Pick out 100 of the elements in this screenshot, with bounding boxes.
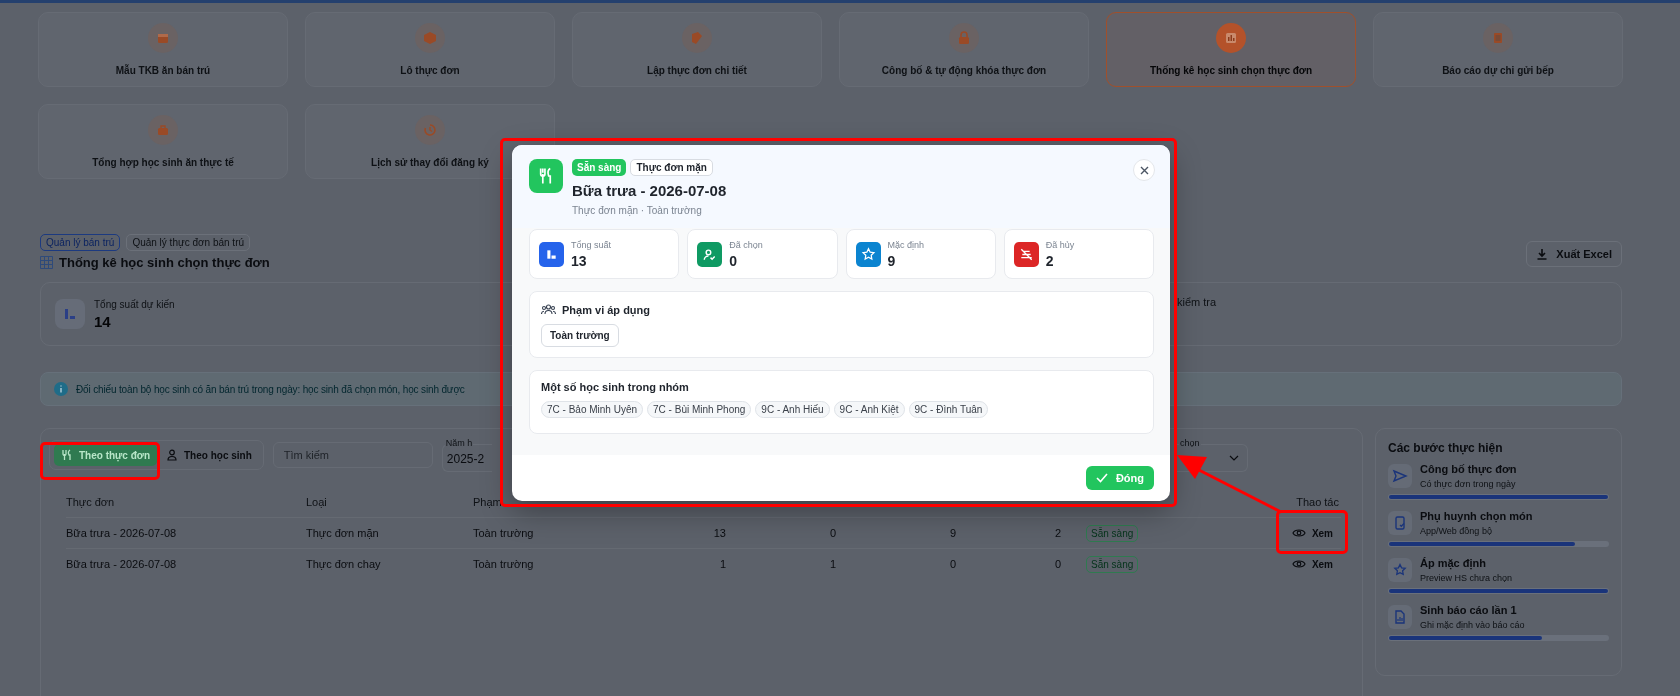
stat-label: Mặc định bbox=[887, 239, 925, 250]
stat-icon bbox=[1013, 241, 1039, 267]
summary-value: 14 bbox=[94, 312, 112, 330]
check-icon bbox=[1095, 473, 1108, 483]
column-header: Thao tác bbox=[1296, 496, 1339, 508]
breadcrumb-chip[interactable]: Quản lý thực đơn bán trú bbox=[126, 234, 251, 251]
nav-tile[interactable]: Báo cáo dự chi gửi bếp bbox=[1373, 12, 1623, 87]
status-badge: Sẵn sàng bbox=[1086, 555, 1139, 573]
nav-tile[interactable]: Thống kê học sinh chọn thực đơn bbox=[1106, 12, 1356, 87]
step-title: Phụ huynh chọn món bbox=[1420, 510, 1533, 522]
person-icon bbox=[166, 449, 178, 461]
step-title: Áp mặc định bbox=[1420, 557, 1487, 569]
view-link[interactable]: Xem bbox=[1289, 556, 1335, 572]
close-button[interactable] bbox=[1133, 159, 1155, 181]
fork-knife-icon bbox=[61, 449, 73, 461]
nav-tile-icon bbox=[682, 23, 712, 53]
stat-icon bbox=[855, 241, 881, 267]
view-toggle-option[interactable]: Theo thực đơn bbox=[54, 444, 157, 466]
nav-tile-icon bbox=[148, 115, 178, 145]
step-icon bbox=[1388, 605, 1412, 629]
nav-tile-icon bbox=[415, 23, 445, 53]
nav-tile[interactable]: Công bố & tự động khóa thực đơn bbox=[839, 12, 1089, 87]
close-icon bbox=[1139, 165, 1149, 175]
nav-tile[interactable]: Mẫu TKB ăn bán trú bbox=[38, 12, 288, 87]
nav-tile-icon bbox=[1216, 23, 1246, 53]
table-cell: Toàn trường bbox=[473, 558, 534, 570]
table-cell: 9 bbox=[949, 527, 956, 539]
column-header: Thực đơn bbox=[66, 495, 116, 510]
table-cell: 0 bbox=[1054, 558, 1061, 570]
field-label: chọn bbox=[1179, 438, 1201, 449]
stat-value: 9 bbox=[887, 252, 897, 269]
step-title: Sinh báo cáo lần 1 bbox=[1420, 604, 1518, 616]
table-cell: 1 bbox=[719, 558, 726, 570]
student-chip: 9C - Anh Kiệt bbox=[833, 401, 905, 418]
info-icon bbox=[54, 382, 68, 396]
step-icon bbox=[1388, 464, 1412, 488]
download-icon bbox=[1536, 247, 1549, 260]
student-chip: 7C - Bùi Minh Phong bbox=[647, 401, 752, 418]
stat-value: 2 bbox=[1045, 252, 1055, 269]
stat-label: Đã chọn bbox=[729, 239, 763, 250]
step-subtitle: App/Web đồng bộ bbox=[1420, 526, 1493, 536]
summary-label: Tổng suất dự kiến bbox=[94, 298, 175, 310]
view-toggle-option[interactable]: Theo học sinh bbox=[159, 444, 259, 466]
table-cell: Bữa trưa - 2026-07-08 bbox=[66, 527, 177, 539]
table-cell: Toàn trường bbox=[473, 527, 534, 539]
stat-label: Tổng suất bbox=[571, 239, 612, 250]
people-icon bbox=[541, 304, 556, 316]
scope-chip: Toàn trường bbox=[541, 324, 619, 347]
export-button[interactable]: Xuất Excel bbox=[1526, 240, 1622, 267]
nav-tile[interactable]: Lịch sử thay đổi đăng ký bbox=[305, 104, 555, 179]
column-header: Loại bbox=[306, 495, 328, 510]
stat-icon bbox=[697, 241, 723, 267]
stat-value: 0 bbox=[729, 252, 739, 269]
search-field[interactable]: Tìm kiếm bbox=[272, 442, 433, 468]
page-title: Thống kê học sinh chọn thực đơn bbox=[59, 255, 270, 270]
student-chip: 7C - Bảo Minh Uyên bbox=[541, 401, 644, 418]
table-cell: 0 bbox=[829, 527, 836, 539]
nav-tile-icon bbox=[1483, 23, 1513, 53]
table-cell: 1 bbox=[829, 558, 836, 570]
nav-tile[interactable]: Tổng hợp học sinh ăn thực tế bbox=[38, 104, 288, 179]
eye-icon bbox=[1291, 559, 1306, 569]
tray-icon bbox=[55, 299, 85, 329]
nav-tile-icon bbox=[148, 23, 178, 53]
step-subtitle: Preview HS chưa chọn bbox=[1420, 573, 1513, 583]
stat-value: 13 bbox=[571, 252, 588, 269]
steps-title: Các bước thực hiện bbox=[1388, 441, 1504, 455]
close-dialog-button[interactable]: Đóng bbox=[1085, 466, 1154, 490]
type-badge: Thực đơn mặn bbox=[630, 159, 713, 176]
status-badge: Sẵn sàng bbox=[572, 159, 627, 176]
nav-tile-icon bbox=[949, 23, 979, 53]
step-subtitle: Ghi mặc định vào báo cáo bbox=[1420, 620, 1525, 630]
summary-label: kiểm tra bbox=[1177, 296, 1217, 308]
info-text: Đối chiếu toàn bộ học sinh có ăn bán trú trong ngày: học sinh đã chọn món, học sinh được bbox=[76, 383, 465, 395]
section-title: Một số học sinh trong nhóm bbox=[541, 381, 689, 393]
stat-label: Đã hủy bbox=[1045, 239, 1075, 250]
dialog-title: Bữa trưa - 2026-07-08 bbox=[572, 182, 727, 199]
highlight-frame bbox=[1276, 510, 1348, 554]
field-label: Năm h bbox=[444, 438, 474, 449]
view-link[interactable]: Xem bbox=[1289, 525, 1335, 541]
chevron-down-icon bbox=[1229, 455, 1239, 461]
step-subtitle: Có thực đơn trong ngày bbox=[1420, 479, 1517, 489]
table-cell: Thực đơn chay bbox=[306, 558, 381, 570]
dialog-subtitle: Thực đơn mặn · Toàn trường bbox=[572, 205, 703, 216]
student-chip: 9C - Anh Hiếu bbox=[755, 401, 830, 418]
table-cell: Thực đơn mặn bbox=[306, 527, 379, 539]
table-cell: 0 bbox=[949, 558, 956, 570]
table-cell: 2 bbox=[1054, 527, 1061, 539]
fork-knife-icon bbox=[529, 159, 563, 193]
breadcrumb-chip[interactable]: Quản lý bán trú bbox=[40, 234, 121, 251]
table-cell: 13 bbox=[713, 527, 726, 539]
status-badge: Sẵn sàng bbox=[1086, 524, 1139, 542]
student-chip: 9C - Đình Tuân bbox=[908, 401, 989, 418]
nav-tile[interactable]: Lô thực đơn bbox=[305, 12, 555, 87]
step-icon bbox=[1388, 558, 1412, 582]
stat-icon bbox=[539, 241, 564, 267]
section-title: Phạm vi áp dụng bbox=[562, 304, 650, 316]
eye-icon bbox=[1291, 528, 1306, 538]
nav-tile[interactable]: Lập thực đơn chi tiết bbox=[572, 12, 822, 87]
table-cell: Bữa trưa - 2026-07-08 bbox=[66, 558, 177, 570]
nav-tile-icon bbox=[415, 115, 445, 145]
